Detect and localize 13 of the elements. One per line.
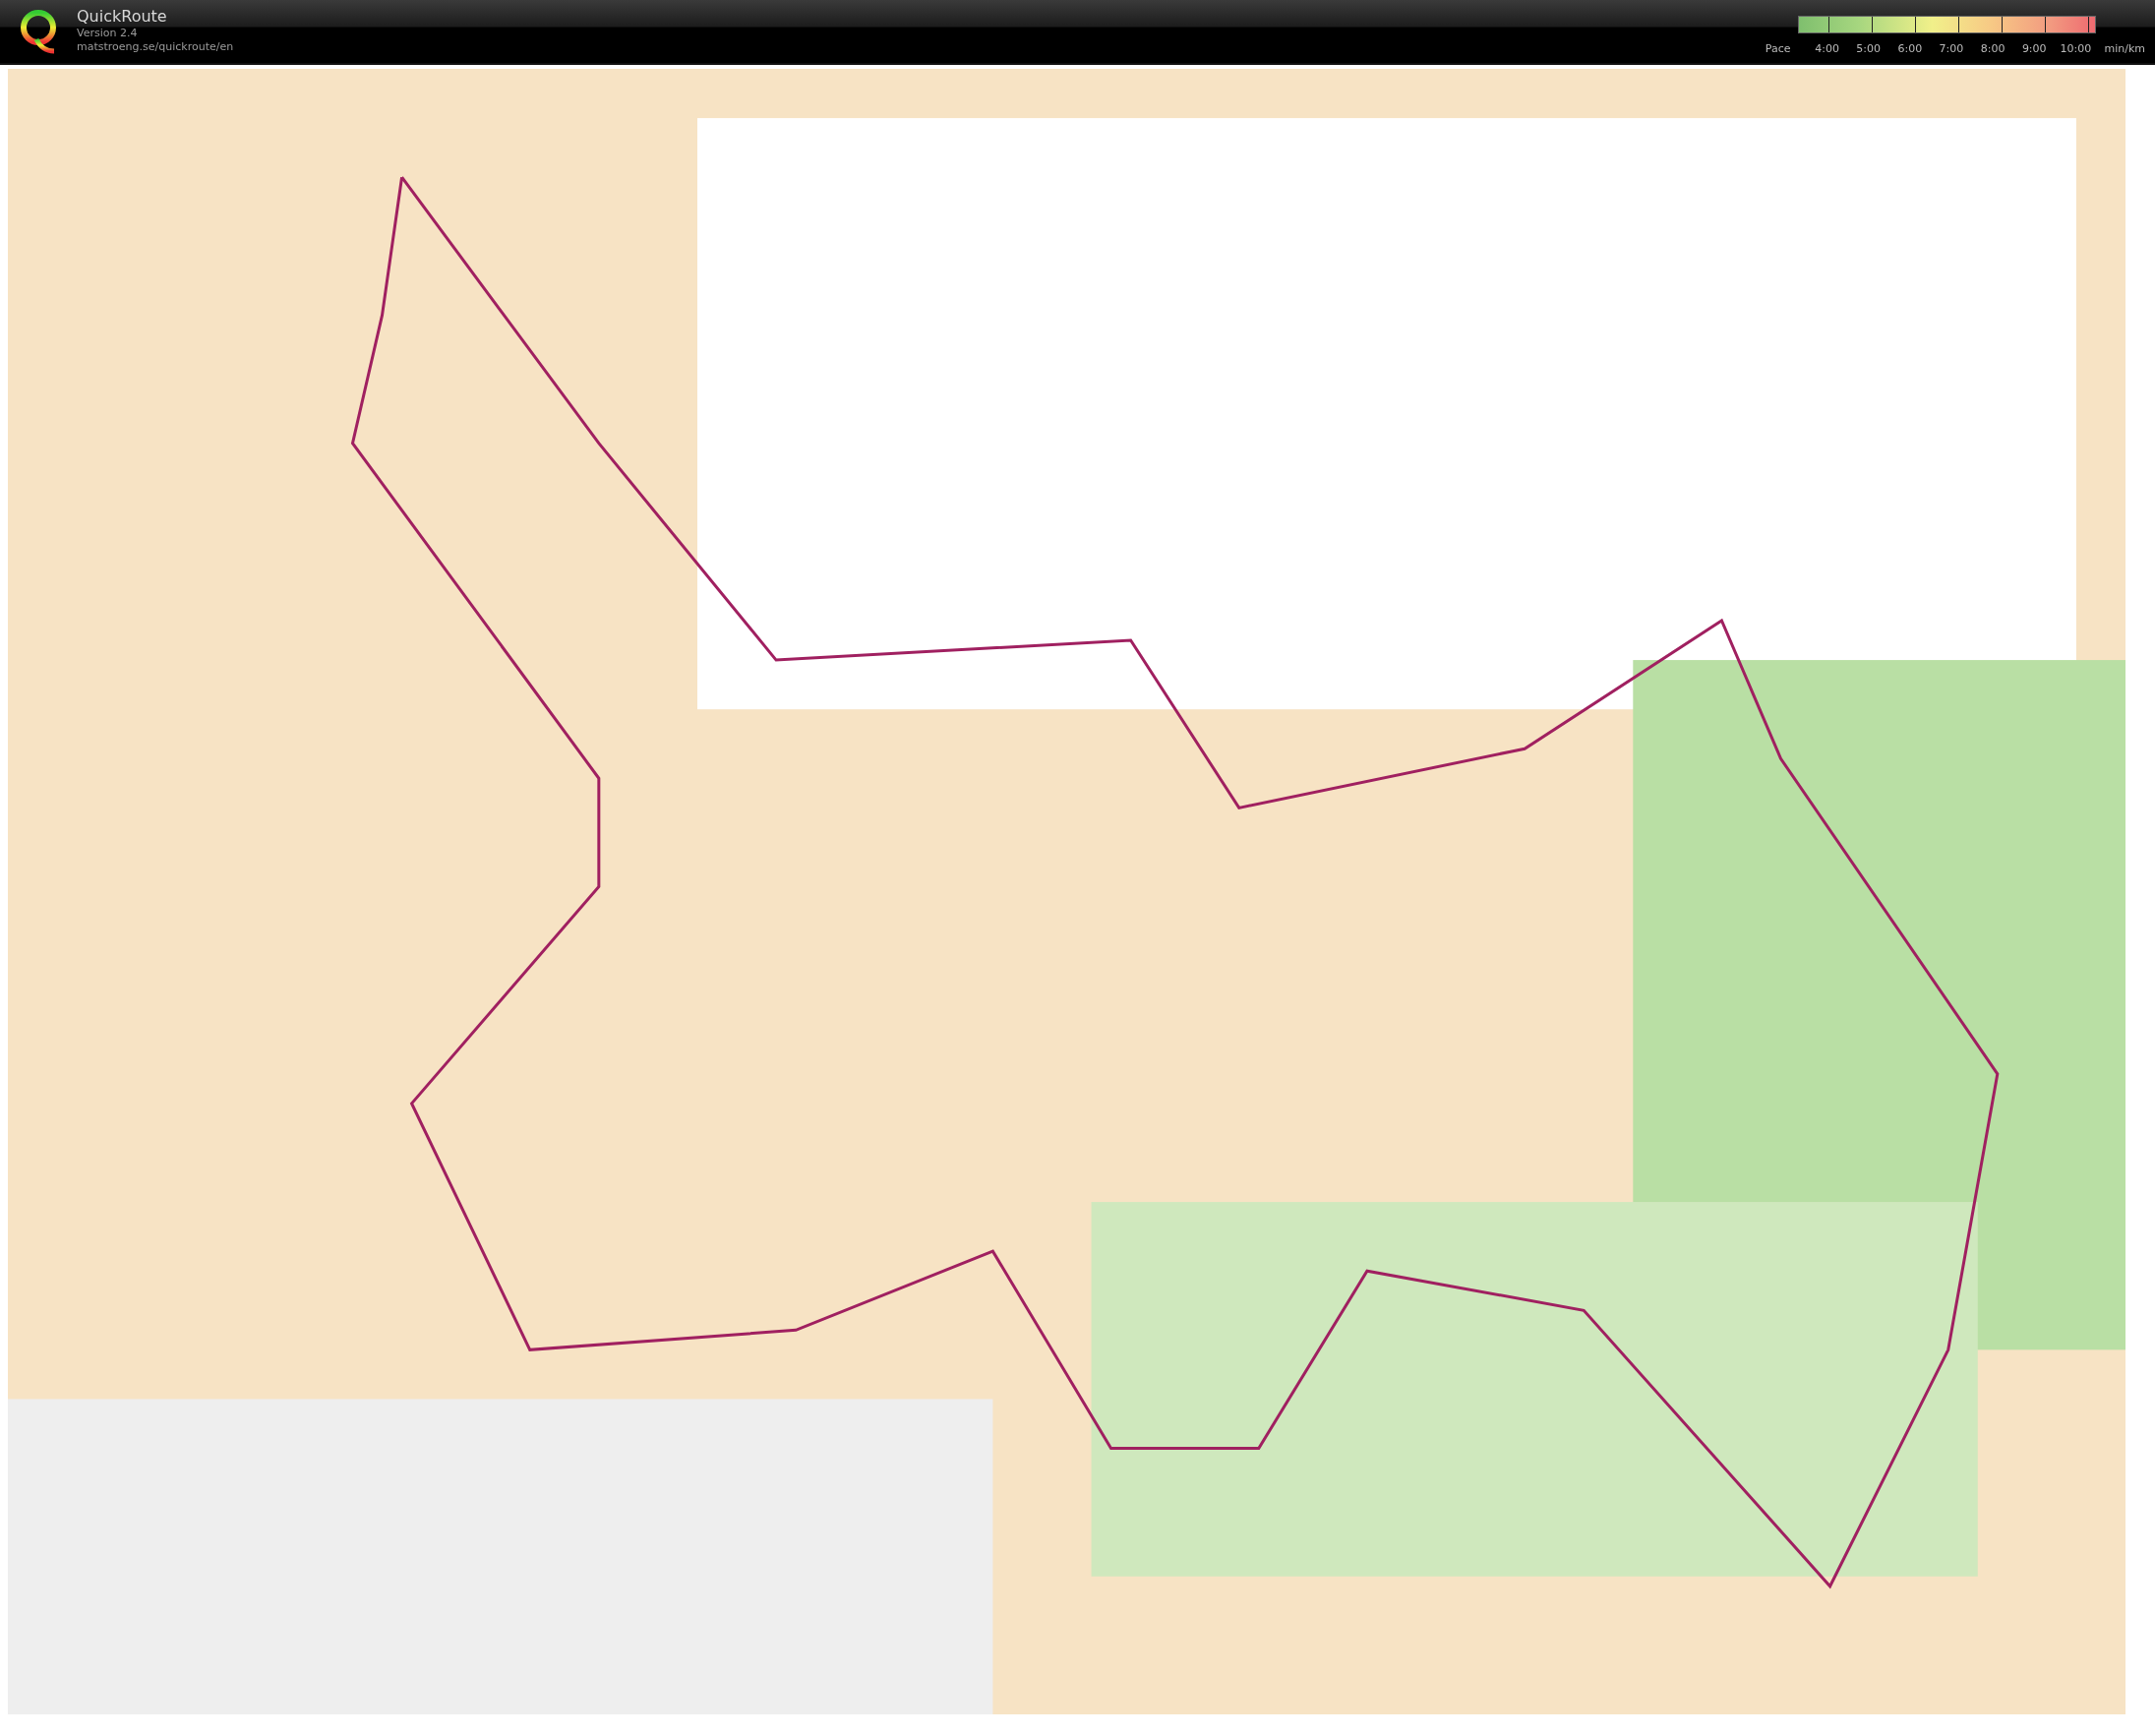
pace-label: Pace <box>1765 42 1791 56</box>
pace-tick-label: 10:00 <box>2059 42 2093 56</box>
pace-tick-label: 5:00 <box>1855 42 1882 56</box>
website-url: matstroeng.se/quickroute/en <box>77 40 234 54</box>
version-text: Version 2.4 <box>77 27 139 40</box>
pace-tick-label: 4:00 <box>1814 42 1840 56</box>
q-logo-icon <box>19 8 58 55</box>
pace-tick-label: 9:00 <box>2020 42 2048 56</box>
pace-tick-label: 8:00 <box>1979 42 2006 56</box>
pace-tick-label: 7:00 <box>1938 42 1965 56</box>
pace-unit: min/km <box>2104 42 2145 56</box>
pace-tick-label: 6:00 <box>1896 42 1924 56</box>
app-title: QuickRoute <box>77 7 168 27</box>
